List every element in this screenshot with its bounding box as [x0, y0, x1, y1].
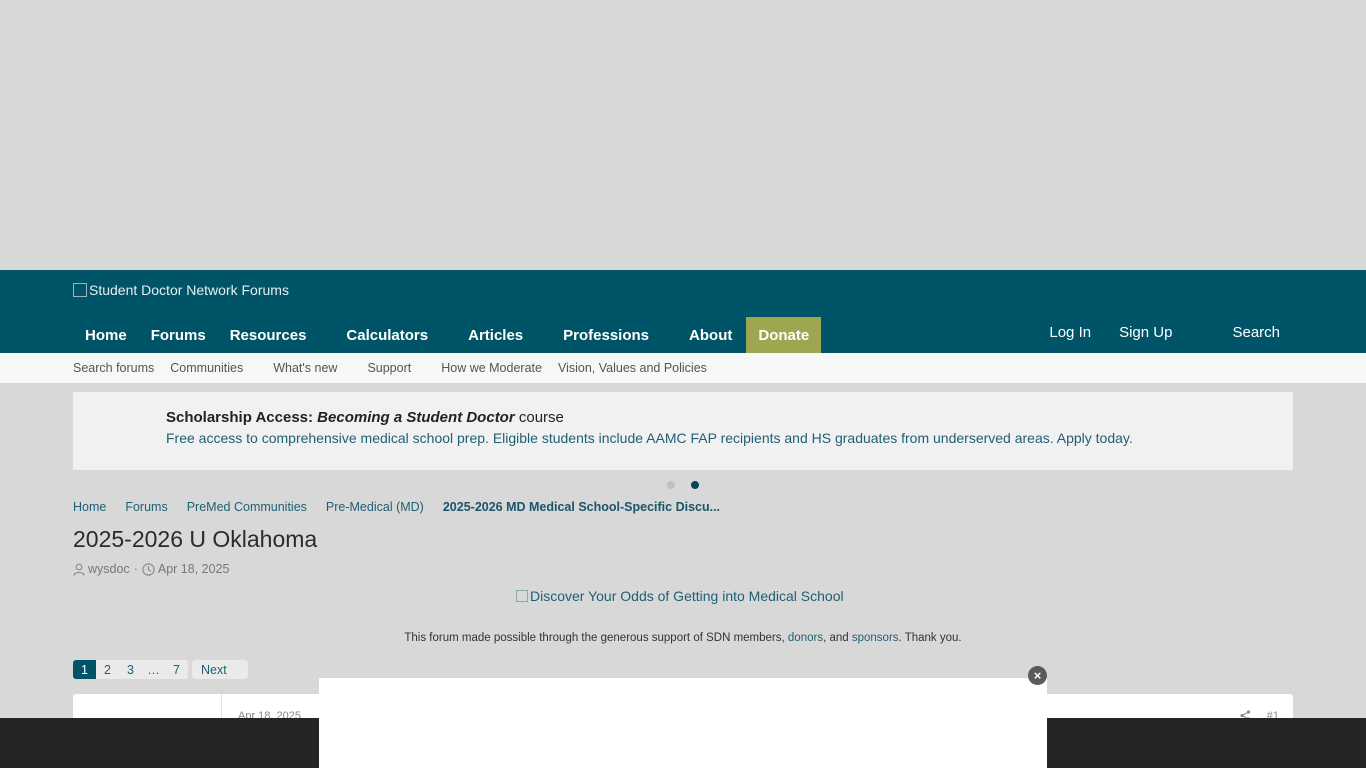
breadcrumb-current-forum[interactable]: 2025-2026 MD Medical School-Specific Dis…: [443, 500, 720, 514]
page-jump[interactable]: …: [142, 660, 165, 679]
support-text-middle: , and: [823, 632, 852, 644]
nav-forums[interactable]: Forums: [139, 317, 218, 353]
top-ad-space: [0, 0, 1366, 270]
discover-odds-banner[interactable]: Discover Your Odds of Getting into Medic…: [516, 588, 844, 604]
site-header: Student Doctor Network Forums Home Forum…: [0, 270, 1366, 353]
nav-home[interactable]: Home: [73, 317, 139, 353]
subnav-vision-values[interactable]: Vision, Values and Policies: [558, 361, 707, 375]
notice-title-prefix: Scholarship Access:: [166, 409, 318, 426]
page-numbers: 1 2 3 … 7: [73, 660, 188, 679]
breadcrumb-premed-communities[interactable]: PreMed Communities: [187, 500, 307, 514]
next-page-button[interactable]: Next: [192, 660, 248, 679]
search-label: Search: [1232, 323, 1280, 341]
account-nav: Log In Sign Up Search: [1035, 317, 1280, 347]
donors-link[interactable]: donors: [788, 632, 823, 644]
site-logo-link[interactable]: Student Doctor Network Forums: [73, 282, 289, 298]
notice-title-suffix: course: [514, 409, 564, 426]
meta-separator: ·: [133, 562, 138, 576]
nav-articles[interactable]: Articles: [456, 317, 551, 353]
broken-image-icon: [516, 590, 528, 602]
page-nav: 1 2 3 … 7 Next: [73, 660, 248, 679]
discover-alt-text: Discover Your Odds of Getting into Medic…: [530, 588, 844, 604]
subnav-search-forums[interactable]: Search forums: [73, 361, 154, 375]
notice-title: Scholarship Access: Becoming a Student D…: [166, 409, 564, 426]
subnav-communities[interactable]: Communities: [170, 361, 243, 375]
support-text-before: This forum made possible through the gen…: [404, 632, 788, 644]
logo-alt-text: Student Doctor Network Forums: [89, 282, 289, 298]
page-1[interactable]: 1: [73, 660, 96, 679]
scholarship-notice: Scholarship Access: Becoming a Student D…: [73, 392, 1293, 470]
subnav-whats-new[interactable]: What's new: [273, 361, 337, 375]
thread-date-link[interactable]: Apr 18, 2025: [158, 562, 230, 576]
support-text-after: . Thank you.: [898, 632, 962, 644]
subnav-support[interactable]: Support: [367, 361, 411, 375]
page-3[interactable]: 3: [119, 660, 142, 679]
sub-nav: Search forums Communities What's new Sup…: [0, 353, 1366, 383]
user-icon: [73, 563, 85, 576]
carousel-dot-2[interactable]: [691, 481, 699, 489]
broken-image-icon: [73, 283, 87, 297]
main-nav: Home Forums Resources Calculators Articl…: [73, 317, 822, 353]
nav-professions[interactable]: Professions: [551, 317, 677, 353]
search-link[interactable]: Search: [1186, 324, 1280, 341]
page-2[interactable]: 2: [96, 660, 119, 679]
breadcrumb-home[interactable]: Home: [73, 500, 106, 514]
thread-meta: wysdoc · Apr 18, 2025: [73, 562, 229, 576]
breadcrumb: Home Forums PreMed Communities Pre-Medic…: [73, 500, 739, 514]
carousel-dot-1[interactable]: [667, 481, 675, 489]
nav-about[interactable]: About: [677, 317, 746, 353]
bottom-ad-overlay[interactable]: [319, 678, 1047, 768]
signup-link[interactable]: Sign Up: [1105, 324, 1186, 341]
notice-description-link[interactable]: Free access to comprehensive medical sch…: [166, 430, 1133, 446]
donate-button[interactable]: Donate: [746, 317, 822, 353]
breadcrumb-pre-medical-md[interactable]: Pre-Medical (MD): [326, 500, 424, 514]
nav-resources[interactable]: Resources: [218, 317, 335, 353]
support-message: This forum made possible through the gen…: [0, 632, 1366, 644]
post-user-column: [73, 694, 222, 718]
subnav-how-we-moderate[interactable]: How we Moderate: [441, 361, 542, 375]
sponsors-link[interactable]: sponsors: [852, 632, 899, 644]
page-7[interactable]: 7: [165, 660, 188, 679]
close-icon[interactable]: ×: [1028, 666, 1047, 685]
login-link[interactable]: Log In: [1035, 324, 1105, 341]
thread-title: 2025-2026 U Oklahoma: [73, 526, 318, 552]
clock-icon: [142, 562, 155, 576]
breadcrumb-forums[interactable]: Forums: [125, 500, 167, 514]
notice-carousel-dots: [667, 481, 715, 489]
notice-title-emphasis: Becoming a Student Doctor: [317, 409, 515, 426]
thread-author-link[interactable]: wysdoc: [88, 562, 130, 576]
nav-calculators[interactable]: Calculators: [334, 317, 456, 353]
